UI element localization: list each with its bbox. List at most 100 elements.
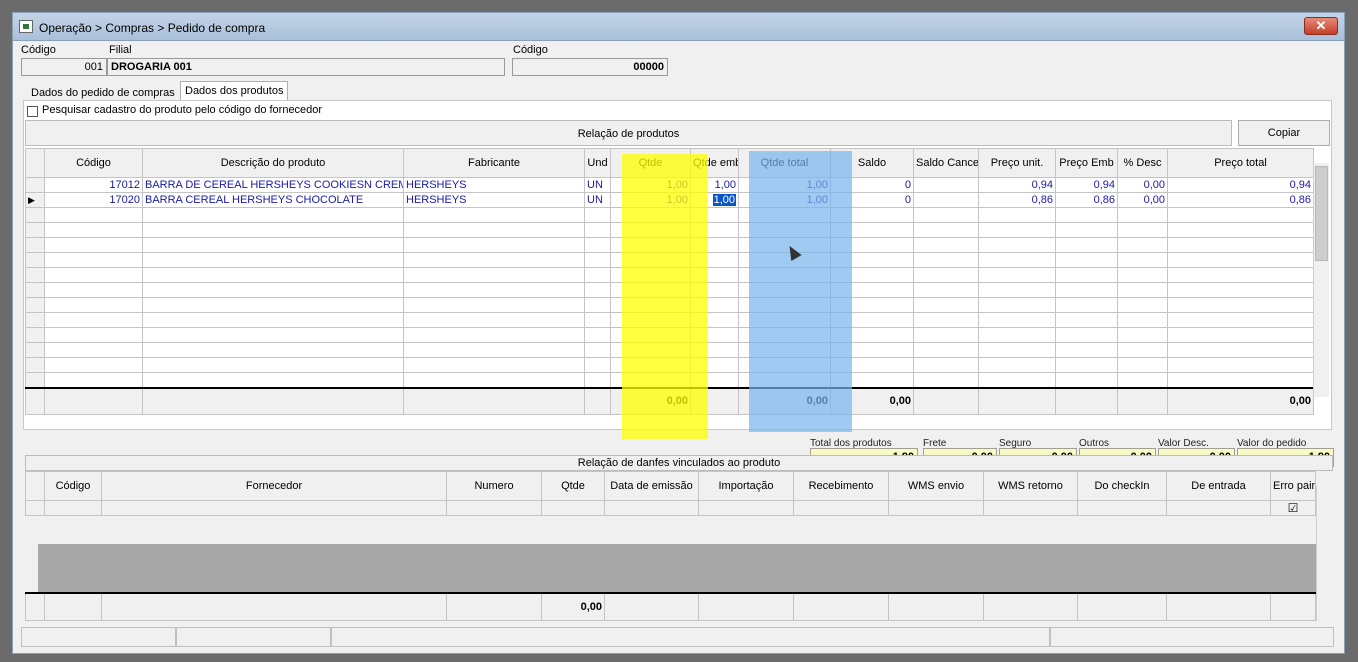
danfe-cell-data-de-emissao[interactable] [604,500,699,516]
cell-preco-total[interactable] [1167,357,1314,373]
cell-desc[interactable] [1117,357,1168,373]
cell-und[interactable] [584,357,611,373]
danfe-cell-do-checkin[interactable] [1077,500,1167,516]
cell-preco-emb[interactable]: 0,94 [1055,177,1118,193]
title-bar[interactable]: Operação > Compras > Pedido de compra ✕ [13,13,1344,41]
cell-desc[interactable] [1117,207,1168,223]
codigo2-field[interactable]: 00000 [512,58,668,76]
cell-preco-emb[interactable] [1055,222,1118,238]
cell-saldo[interactable] [830,357,914,373]
cell-desc[interactable] [1117,252,1168,268]
col-desc[interactable]: % Desc [1117,148,1168,178]
cell-preco-emb[interactable] [1055,327,1118,343]
cell-preco-total[interactable] [1167,312,1314,328]
danfe-cell-codigo[interactable] [44,500,102,516]
cell-und[interactable] [584,312,611,328]
col-preco-emb[interactable]: Preço Emb [1055,148,1118,178]
cell-codigo[interactable]: 17020 [44,192,143,208]
cell-und[interactable] [584,282,611,298]
cell-desc[interactable] [1117,222,1168,238]
cell-saldo-cancelado[interactable] [913,192,979,208]
danfe-col-data-de-emissao[interactable]: Data de emissão [604,471,699,501]
col-saldo-cancelado[interactable]: Saldo Cancelado [913,148,979,178]
cell-descricao-do-produto[interactable] [142,252,404,268]
cell-qtde-emb[interactable] [690,327,739,343]
danfe-col-recebimento[interactable]: Recebimento [793,471,889,501]
cell-fabricante[interactable] [403,252,585,268]
cell-preco-emb[interactable] [1055,282,1118,298]
cell-qtde-total[interactable] [738,312,831,328]
cell-qtde-emb[interactable] [690,267,739,283]
cell-saldo[interactable] [830,342,914,358]
empty-row[interactable] [25,207,1314,223]
cell-und[interactable] [584,222,611,238]
cell-qtde-total[interactable] [738,207,831,223]
danfe-cell-numero[interactable] [446,500,542,516]
cell-preco-unit[interactable] [978,372,1056,388]
cell-preco-total[interactable]: 0,94 [1167,177,1314,193]
col-codigo[interactable]: Código [44,148,143,178]
table-row[interactable]: ▶ 17020 BARRA CEREAL HERSHEYS CHOCOLATE HER… [25,192,1314,208]
cell-preco-unit[interactable] [978,222,1056,238]
cell-qtde[interactable] [610,297,691,313]
cell-descricao-do-produto[interactable] [142,237,404,253]
danfe-cell-recebimento[interactable] [793,500,889,516]
cell-fabricante[interactable]: HERSHEYS [403,192,585,208]
cell-saldo[interactable] [830,252,914,268]
cell-fabricante[interactable] [403,222,585,238]
cell-und[interactable] [584,342,611,358]
cell-qtde-total[interactable] [738,297,831,313]
cell-qtde-total[interactable] [738,372,831,388]
cell-qtde-emb[interactable] [690,237,739,253]
danfe-col-de-entrada[interactable]: De entrada [1166,471,1271,501]
cell-preco-emb[interactable] [1055,312,1118,328]
cell-preco-total[interactable] [1167,282,1314,298]
cell-qtde-emb[interactable] [690,207,739,223]
cell-preco-unit[interactable]: 0,94 [978,177,1056,193]
cell-qtde-total[interactable] [738,252,831,268]
cell-codigo[interactable] [44,312,143,328]
cell-preco-total[interactable] [1167,342,1314,358]
danfe-cell-importacao[interactable] [698,500,794,516]
cell-descricao-do-produto[interactable] [142,282,404,298]
cell-codigo[interactable] [44,372,143,388]
cell-desc[interactable] [1117,342,1168,358]
cell-saldo[interactable] [830,327,914,343]
cell-fabricante[interactable] [403,207,585,223]
cell-desc[interactable] [1117,267,1168,283]
close-button[interactable]: ✕ [1304,17,1338,35]
selected-cell-value[interactable]: 1,00 [712,194,736,206]
cell-qtde-emb[interactable] [690,282,739,298]
col-preco-total[interactable]: Preço total [1167,148,1314,178]
danfe-col-codigo[interactable]: Código [44,471,102,501]
cell-desc[interactable] [1117,297,1168,313]
cell-qtde-total[interactable] [738,342,831,358]
cell-preco-emb[interactable] [1055,252,1118,268]
cell-saldo[interactable] [830,207,914,223]
empty-row[interactable] [25,267,1314,283]
cell-qtde-total[interactable]: 1,00 [738,177,831,193]
products-vertical-scrollbar[interactable] [1313,163,1329,397]
cell-preco-unit[interactable] [978,357,1056,373]
cell-codigo[interactable] [44,252,143,268]
empty-row[interactable] [25,282,1314,298]
cell-saldo-cancelado[interactable] [913,297,979,313]
cell-preco-total[interactable] [1167,252,1314,268]
cell-fabricante[interactable] [403,372,585,388]
cell-descricao-do-produto[interactable]: BARRA DE CEREAL HERSHEYS COOKIESN CREMI [142,177,404,193]
cell-qtde[interactable] [610,207,691,223]
cell-und[interactable] [584,327,611,343]
cell-preco-emb[interactable] [1055,207,1118,223]
cell-saldo[interactable]: 0 [830,177,914,193]
cell-fabricante[interactable]: HERSHEYS [403,177,585,193]
danfe-cell-de-entrada[interactable] [1166,500,1271,516]
cell-saldo-cancelado[interactable] [913,372,979,388]
cell-saldo[interactable] [830,282,914,298]
cell-qtde[interactable] [610,267,691,283]
cell-descricao-do-produto[interactable] [142,297,404,313]
danfe-row[interactable]: ☑ [25,500,1316,516]
erro-painel-checkbox[interactable]: ☑ [1288,502,1299,515]
col-qtde-emb[interactable]: Qtde emb [690,148,739,178]
empty-row[interactable] [25,222,1314,238]
cell-saldo-cancelado[interactable] [913,177,979,193]
